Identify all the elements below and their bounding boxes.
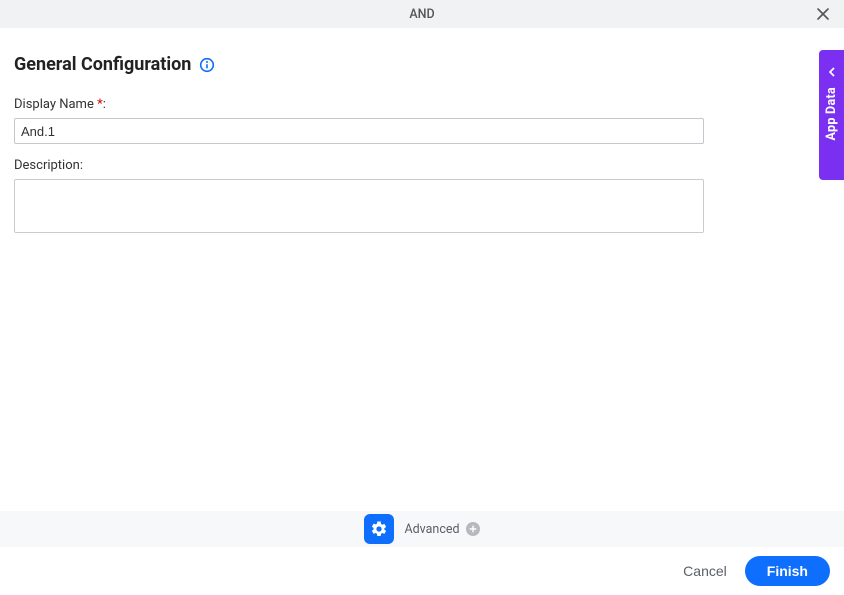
gear-icon: [370, 520, 388, 538]
content-area: General Configuration Display Name *: De…: [0, 28, 844, 237]
app-data-tab-label: App Data: [824, 87, 839, 141]
finish-button[interactable]: Finish: [745, 556, 830, 586]
display-name-input[interactable]: [14, 118, 704, 144]
description-input[interactable]: [14, 179, 704, 233]
close-icon: [816, 7, 830, 21]
display-name-label-text: Display Name: [14, 97, 94, 112]
section-title: General Configuration: [14, 54, 191, 75]
label-colon: :: [103, 97, 106, 112]
dialog-title: AND: [409, 7, 434, 22]
description-label: Description:: [14, 158, 830, 173]
chevron-left-icon: [827, 62, 837, 81]
advanced-bar: Advanced: [0, 511, 844, 547]
settings-button[interactable]: [364, 514, 394, 544]
advanced-toggle[interactable]: Advanced: [404, 522, 479, 537]
app-data-tab[interactable]: App Data: [819, 50, 844, 180]
cancel-button[interactable]: Cancel: [683, 563, 727, 579]
description-row: Description:: [14, 158, 830, 237]
close-button[interactable]: [814, 5, 832, 23]
info-icon[interactable]: [199, 57, 215, 73]
display-name-row: Display Name *:: [14, 97, 830, 144]
dialog-footer: Cancel Finish: [0, 547, 844, 595]
plus-circle-icon: [466, 522, 480, 536]
dialog-header: AND: [0, 0, 844, 28]
section-heading: General Configuration: [14, 54, 830, 75]
advanced-label-text: Advanced: [404, 522, 459, 537]
display-name-label: Display Name *:: [14, 97, 830, 112]
